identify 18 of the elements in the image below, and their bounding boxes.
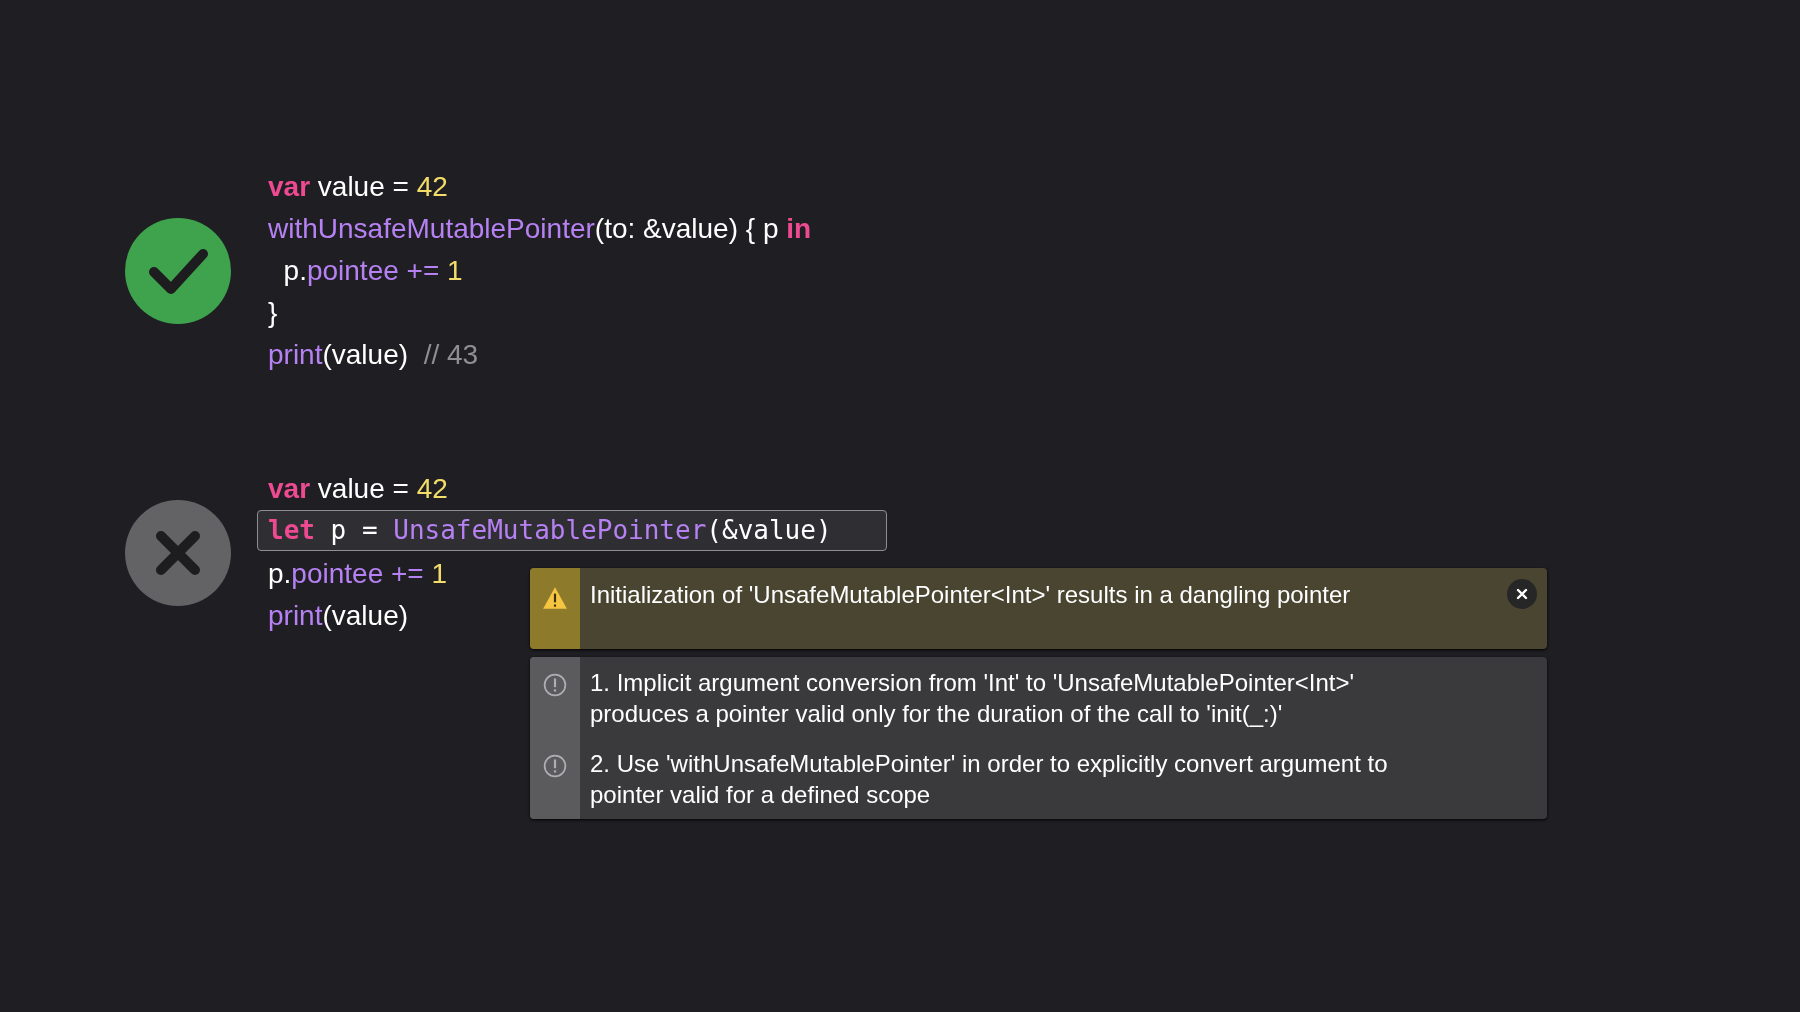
code-line: var value = 42	[268, 472, 448, 506]
code-line: print(value)	[268, 599, 409, 633]
close-icon	[1516, 588, 1528, 600]
info-icon	[543, 754, 567, 778]
code-line: p.pointee += 1	[282, 254, 463, 288]
checkmark-icon	[125, 218, 231, 324]
code-line: var value = 42	[268, 170, 448, 204]
warning-icon	[542, 586, 568, 610]
code-line: }	[268, 296, 278, 330]
info-icon	[543, 673, 567, 697]
code-line: p.pointee += 1	[268, 557, 448, 591]
code-line: print(value) // 43	[268, 338, 479, 372]
note-message: 1. Implicit argument conversion from 'Int' to 'UnsafeMutablePointer<Int>' produces a pointer valid only for the duration of the call to 'init(_:)'	[589, 668, 1356, 729]
note-message: 2. Use 'withUnsafeMutablePointer' in order to explicitly convert argument to pointer valid for a defined scope	[589, 749, 1389, 810]
code-line: withUnsafeMutablePointer(to: &value) { p in	[268, 212, 812, 246]
cross-icon	[125, 499, 231, 606]
close-button[interactable]	[1507, 579, 1537, 609]
warning-message: Initialization of 'UnsafeMutablePointer<Int>' results in a dangling pointer	[589, 580, 1352, 610]
